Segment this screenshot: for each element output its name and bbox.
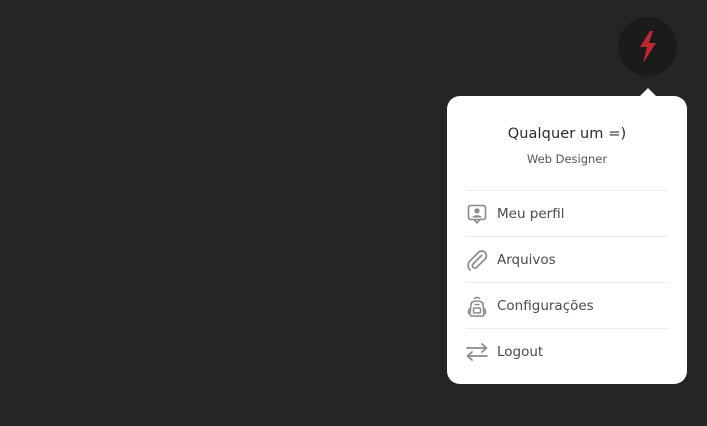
menu-item-arquivos[interactable]: Arquivos — [466, 236, 668, 282]
user-name: Qualquer um =) — [507, 126, 627, 142]
swap-arrows-icon — [466, 341, 488, 363]
backpack-icon — [466, 295, 488, 317]
menu-item-label: Configurações — [497, 297, 594, 314]
profile-badge-icon — [466, 203, 488, 225]
menu-item-label: Arquivos — [497, 251, 556, 268]
lightning-bolt-icon — [639, 30, 656, 63]
menu-item-label: Logout — [497, 343, 544, 360]
user-role: Web Designer — [526, 152, 608, 166]
menu-item-configuracoes[interactable]: Configurações — [466, 282, 668, 328]
menu-item-logout[interactable]: Logout — [466, 328, 668, 374]
user-menu-button[interactable] — [618, 17, 677, 76]
page: Qualquer um =) Web Designer Meu perfil A… — [0, 0, 707, 426]
menu-item-label: Meu perfil — [497, 205, 565, 222]
user-dropdown-menu: Qualquer um =) Web Designer Meu perfil A… — [447, 88, 687, 384]
dropdown-pointer — [639, 88, 657, 97]
paperclip-icon — [466, 249, 488, 271]
dropdown-menu-list: Meu perfil Arquivos Configurações Logout — [466, 190, 668, 374]
menu-item-meu-perfil[interactable]: Meu perfil — [466, 190, 668, 236]
